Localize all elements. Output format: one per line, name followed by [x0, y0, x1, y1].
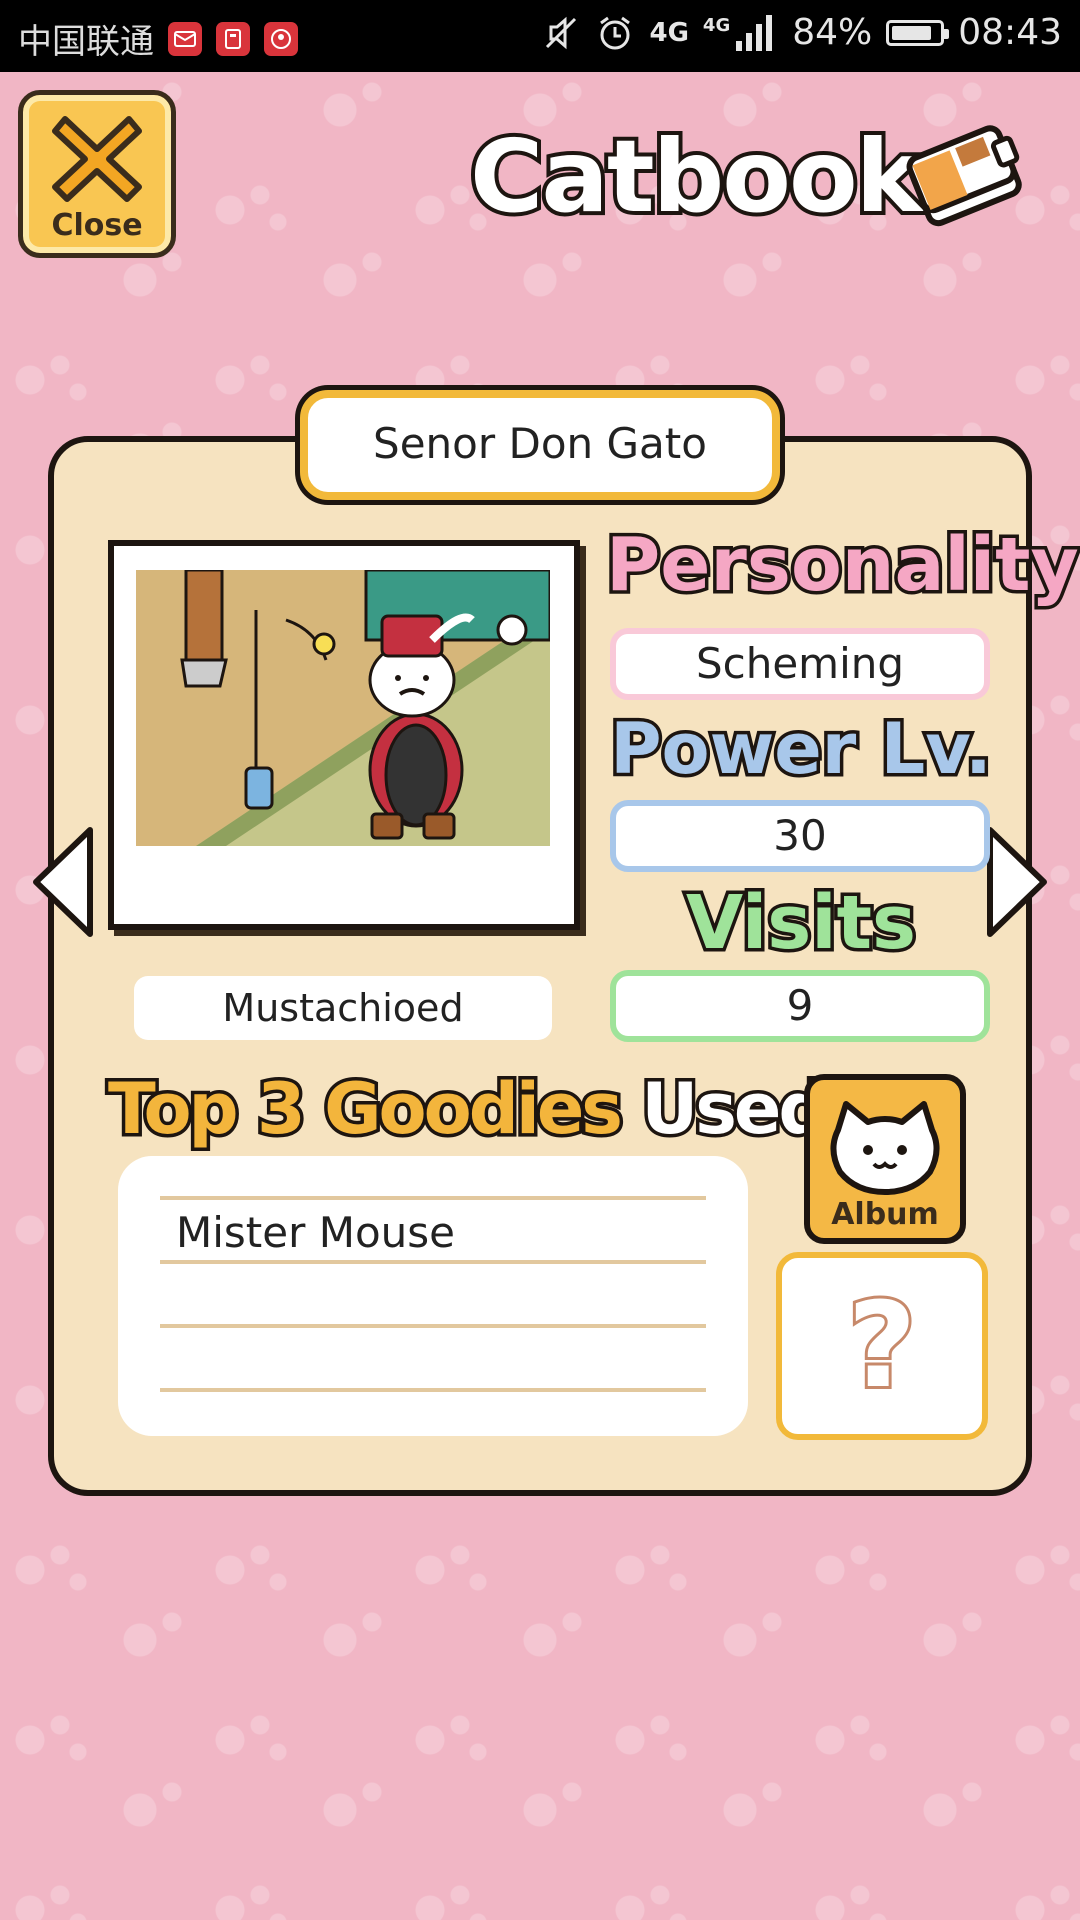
- cat-trait: Mustachioed: [134, 976, 552, 1040]
- status-bar: 中国联通 4G 4G 84% 08:43: [0, 0, 1080, 72]
- goodie-divider: [160, 1260, 706, 1264]
- top-goodies-list: Mister Mouse: [118, 1156, 748, 1436]
- personality-heading: Personality: [603, 519, 1080, 612]
- close-label: Close: [51, 208, 143, 243]
- personality-value: Scheming: [610, 628, 990, 700]
- top-goodies-heading-part2: Used: [638, 1065, 832, 1154]
- battery-percent: 84%: [792, 12, 873, 53]
- mail-notification-icon: [168, 21, 202, 56]
- visits-value: 9: [610, 970, 990, 1042]
- power-level-heading: Power Lv.: [607, 705, 996, 794]
- cat-photo: [108, 540, 580, 930]
- cat-name: Senor Don Gato: [300, 390, 780, 500]
- power-level-value: 30: [610, 800, 990, 872]
- battery-level: [892, 25, 931, 40]
- close-icon: [52, 116, 142, 202]
- alarm-icon: [600, 16, 631, 49]
- clock: 08:43: [958, 12, 1062, 53]
- previous-cat-arrow[interactable]: [28, 824, 98, 940]
- cat-face-icon: [830, 1101, 940, 1195]
- signal-icon: [736, 14, 773, 51]
- page-title: Catbook: [466, 114, 926, 239]
- clipboard-notification-icon: [216, 21, 250, 56]
- mystery-item-button[interactable]: ?: [776, 1252, 988, 1440]
- goodie-divider: [160, 1324, 706, 1328]
- question-mark-icon: ?: [845, 1273, 919, 1417]
- catbook-book-icon: [906, 125, 1022, 227]
- mute-icon: [546, 16, 577, 49]
- cat-photo-image: [136, 570, 550, 846]
- network-type-1: 4G: [649, 17, 689, 48]
- top-goodies-heading: Top 3 Goodies Used: [105, 1065, 832, 1154]
- close-button[interactable]: Close: [18, 90, 176, 258]
- visits-heading: Visits: [682, 877, 919, 970]
- goodie-divider: [160, 1196, 706, 1200]
- goodie-item-1: Mister Mouse: [176, 1208, 455, 1257]
- album-button[interactable]: Album: [804, 1074, 966, 1244]
- carrier-name: 中国联通: [18, 22, 154, 62]
- album-label: Album: [831, 1197, 939, 1232]
- goodie-divider: [160, 1388, 706, 1392]
- battery-icon: [886, 19, 950, 46]
- app-notification-icon: [264, 21, 298, 56]
- network-type-2: 4G: [702, 15, 731, 36]
- top-goodies-heading-part1: Top 3 Goodies: [105, 1065, 627, 1154]
